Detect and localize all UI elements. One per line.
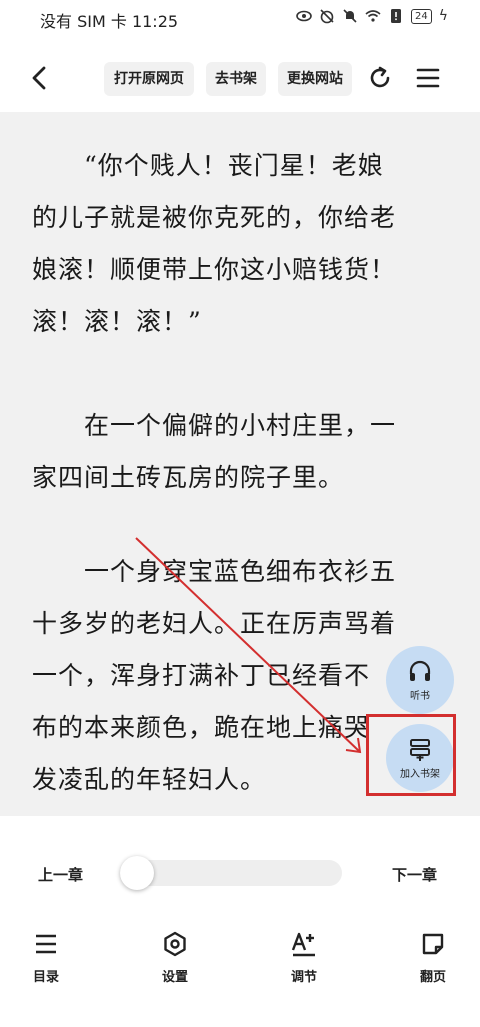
paragraph: 在一个偏僻的小村庄里，一 家四间土砖瓦房的院子里。 <box>32 400 442 504</box>
headphones-icon <box>409 660 431 681</box>
text-line: 家四间土砖瓦房的院子里。 <box>32 463 345 492</box>
top-navigation: 打开原网页 去书架 更换网站 <box>0 48 480 112</box>
text-line: 十多岁的老妇人。正在厉声骂着 <box>32 609 397 638</box>
listen-book-label: 听书 <box>410 691 430 702</box>
chapter-progress-slider[interactable] <box>120 856 342 890</box>
refresh-icon[interactable] <box>366 64 394 92</box>
listen-book-button[interactable]: 听书 <box>386 646 454 714</box>
chapter-control: 上一章 下一章 <box>0 816 480 926</box>
adjust-label: 调节 <box>290 970 317 985</box>
text-line: 娘滚！顺便带上你这小赔钱货！ <box>32 255 397 284</box>
text-line: 的儿子就是被你克死的，你给老 <box>32 203 397 232</box>
slider-thumb[interactable] <box>120 856 154 890</box>
settings-button[interactable]: 设置 <box>135 930 215 985</box>
page-turn-icon <box>422 933 444 955</box>
sim-alert-icon <box>391 9 402 23</box>
battery-indicator: 24 <box>411 8 432 24</box>
next-chapter-button[interactable]: 下一章 <box>392 864 437 885</box>
text-line: 在一个偏僻的小村庄里，一 <box>84 411 397 440</box>
list-icon <box>36 934 56 954</box>
text-line: “你个贱人！丧门星！老娘 <box>84 151 384 180</box>
settings-label: 设置 <box>161 970 188 985</box>
open-original-button[interactable]: 打开原网页 <box>104 62 194 96</box>
text-line: 一个，浑身打满补丁已经看不 <box>32 661 371 690</box>
back-arrow-icon[interactable] <box>24 62 56 94</box>
go-bookshelf-button[interactable]: 去书架 <box>206 62 266 96</box>
status-bar: 没有 SIM 卡 11:25 24 ϟ <box>0 0 480 36</box>
settings-hexagon-icon <box>164 931 186 957</box>
highlight-annotation-box <box>366 714 456 796</box>
menu-icon[interactable] <box>414 64 442 92</box>
toc-label: 目录 <box>32 970 59 985</box>
previous-chapter-button[interactable]: 上一章 <box>38 864 83 885</box>
wifi-icon <box>365 10 381 22</box>
change-site-button[interactable]: 更换网站 <box>278 62 352 96</box>
reader-content[interactable]: “你个贱人！丧门星！老娘 的儿子就是被你克死的，你给老 娘滚！顺便带上你这小赔钱… <box>0 112 480 816</box>
toc-button[interactable]: 目录 <box>6 930 86 985</box>
alarm-off-icon <box>320 9 334 24</box>
text-line: 一个身穿宝蓝色细布衣衫五 <box>84 557 397 586</box>
status-icons: 24 ϟ <box>296 8 448 24</box>
bottom-toolbar: 目录 设置 调节 翻页 <box>0 926 480 1027</box>
page-turn-button[interactable]: 翻页 <box>393 930 473 985</box>
eye-icon <box>296 10 312 22</box>
status-carrier-time: 没有 SIM 卡 11:25 <box>40 12 179 31</box>
page-turn-label: 翻页 <box>419 970 446 985</box>
charging-icon: ϟ <box>438 8 448 24</box>
mute-bell-icon <box>343 9 357 23</box>
text-line: 滚！滚！滚！” <box>32 307 202 336</box>
paragraph: “你个贱人！丧门星！老娘 的儿子就是被你克死的，你给老 娘滚！顺便带上你这小赔钱… <box>32 140 442 348</box>
adjust-button[interactable]: 调节 <box>264 930 344 985</box>
font-size-icon <box>291 932 315 957</box>
